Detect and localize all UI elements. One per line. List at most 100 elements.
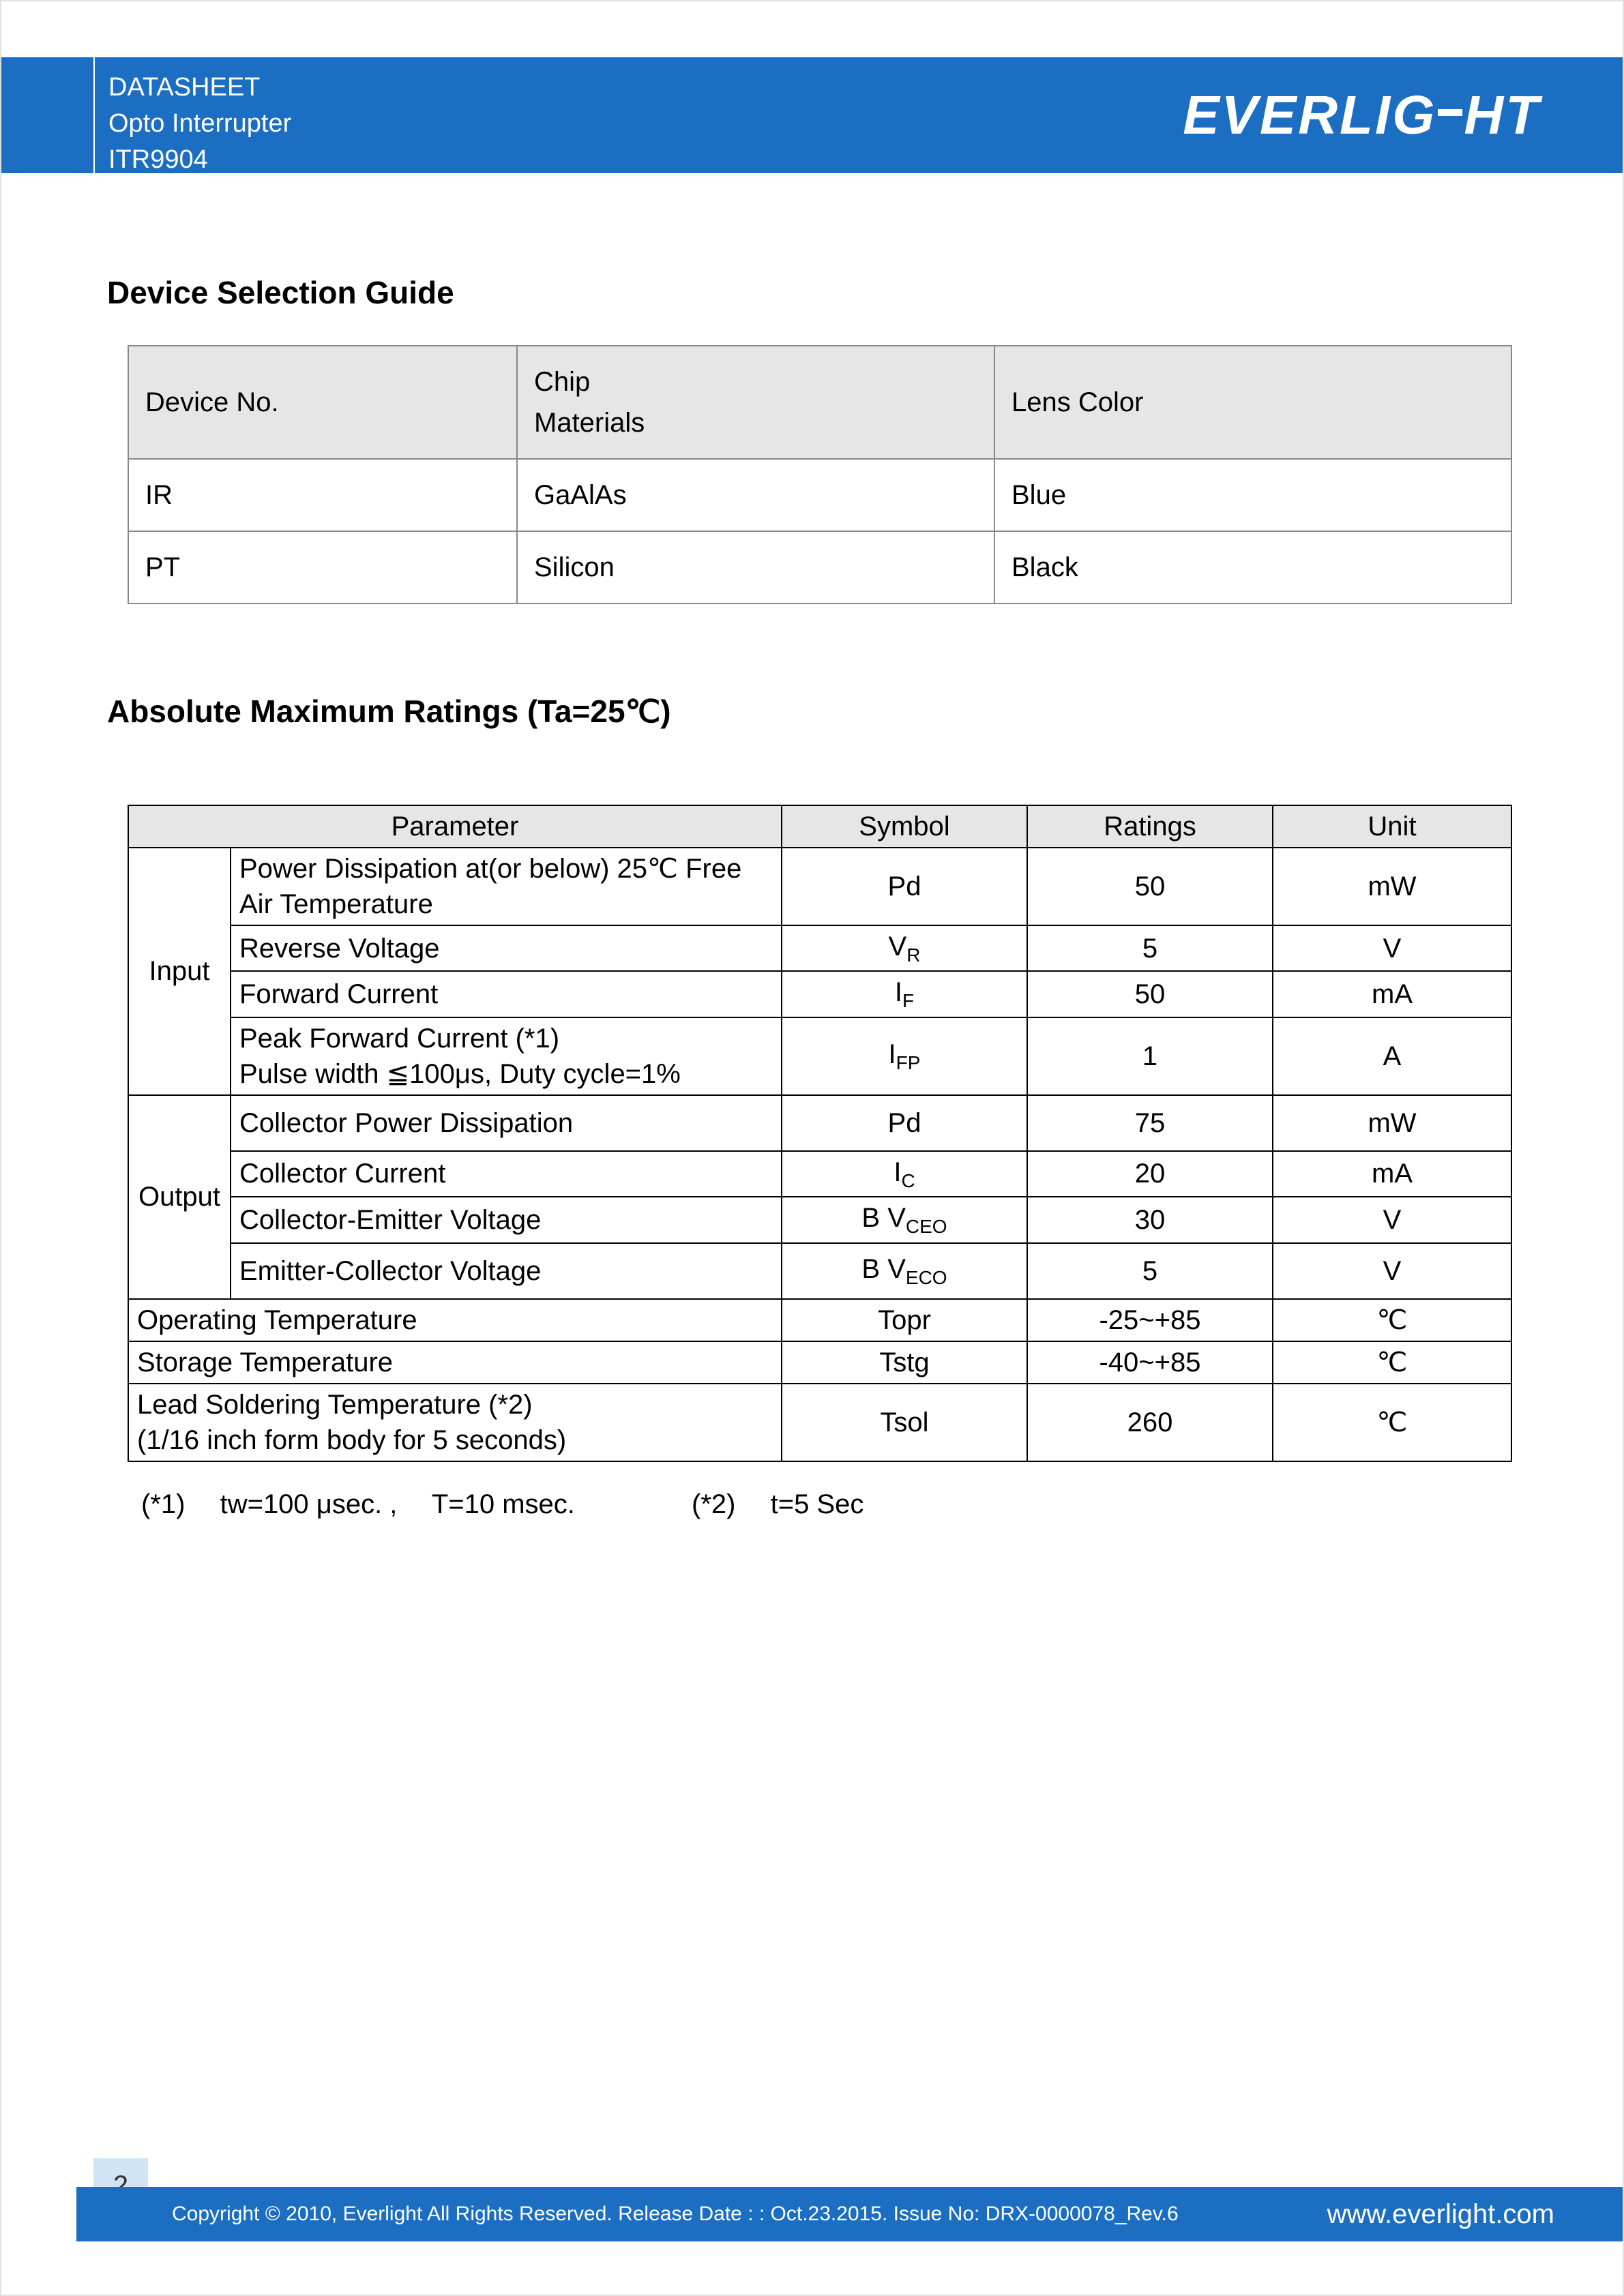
page-container: DATASHEET Opto Interrupter ITR9904 EVERL…: [0, 0, 1624, 2296]
main-content: Device Selection Guide Device No. Chip M…: [107, 274, 1517, 1520]
cell-rating: 50: [1027, 848, 1273, 925]
cell-device-no: IR: [128, 459, 517, 531]
table-row: Peak Forward Current (*1) Pulse width ≦1…: [128, 1017, 1511, 1095]
symbol-sub: F: [902, 990, 914, 1011]
cell-unit: ℃: [1273, 1299, 1511, 1341]
footer-url: www.everlight.com: [1327, 2199, 1554, 2230]
footnotes: (*1) tw=100 μsec. , T=10 msec. (*2) t=5 …: [141, 1489, 1517, 1520]
cell-symbol: B VECO: [782, 1243, 1027, 1299]
table-row: Lead Soldering Temperature (*2) (1/16 in…: [128, 1384, 1511, 1461]
section-title-absolute-max: Absolute Maximum Ratings (Ta=25℃): [107, 693, 1517, 730]
symbol-main: B V: [861, 1203, 905, 1233]
cell-symbol: Tsol: [782, 1384, 1027, 1461]
cell-param: Lead Soldering Temperature (*2) (1/16 in…: [128, 1384, 782, 1461]
cell-chip-materials: GaAlAs: [517, 459, 994, 531]
col-unit: Unit: [1273, 805, 1511, 848]
header-info-block: DATASHEET Opto Interrupter ITR9904: [93, 57, 353, 173]
col-chip-materials: Chip Materials: [517, 346, 994, 459]
cell-rating: -25~+85: [1027, 1299, 1273, 1341]
cell-param: Forward Current: [231, 971, 782, 1017]
table-row: IR GaAlAs Blue: [128, 459, 1511, 531]
header-line-product: Opto Interrupter: [108, 106, 339, 142]
cell-lens-color: Blue: [994, 459, 1511, 531]
cell-unit: ℃: [1273, 1341, 1511, 1384]
cell-symbol: VR: [782, 925, 1027, 971]
brand-dash-icon: [1438, 109, 1462, 116]
col-symbol: Symbol: [782, 805, 1027, 848]
table-header-row: Device No. Chip Materials Lens Color: [128, 346, 1511, 459]
group-output: Output: [128, 1095, 231, 1299]
cell-param: Collector Power Dissipation: [231, 1095, 782, 1151]
col-parameter: Parameter: [128, 805, 782, 848]
device-selection-table: Device No. Chip Materials Lens Color IR …: [128, 345, 1512, 604]
table-row: Operating Temperature Topr -25~+85 ℃: [128, 1299, 1511, 1341]
cell-unit: mA: [1273, 1151, 1511, 1197]
table-row: Collector-Emitter Voltage B VCEO 30 V: [128, 1197, 1511, 1242]
footer-bar: Copyright © 2010, Everlight All Rights R…: [76, 2187, 1623, 2241]
cell-param: Peak Forward Current (*1) Pulse width ≦1…: [231, 1017, 782, 1095]
symbol-main: I: [895, 977, 902, 1007]
header-line-datasheet: DATASHEET: [108, 70, 339, 106]
brand-text-part1: EVERLIG: [1183, 84, 1436, 147]
symbol-sub: R: [906, 944, 920, 966]
cell-symbol: Tstg: [782, 1341, 1027, 1384]
group-input: Input: [128, 848, 231, 1095]
cell-symbol: Pd: [782, 848, 1027, 925]
cell-param: Operating Temperature: [128, 1299, 782, 1341]
symbol-main: I: [889, 1039, 896, 1069]
symbol-main: B V: [861, 1254, 905, 1284]
note-2-t: t=5 Sec: [771, 1489, 864, 1519]
note-1-t: T=10 msec.: [432, 1489, 575, 1519]
cell-param: Collector Current: [231, 1151, 782, 1197]
table-row: PT Silicon Black: [128, 531, 1511, 603]
symbol-sub: C: [901, 1170, 915, 1191]
header-line-partno: ITR9904: [108, 142, 339, 178]
brand-logo: EVERLIG HT: [1183, 84, 1541, 147]
table-row: Forward Current IF 50 mA: [128, 971, 1511, 1017]
cell-symbol: Topr: [782, 1299, 1027, 1341]
symbol-sub: CEO: [906, 1216, 947, 1237]
col-lens-color: Lens Color: [994, 346, 1511, 459]
cell-rating: -40~+85: [1027, 1341, 1273, 1384]
cell-unit: V: [1273, 1197, 1511, 1242]
cell-rating: 1: [1027, 1017, 1273, 1095]
header-brand-area: EVERLIG HT: [449, 57, 1623, 173]
note-1-marker: (*1): [141, 1489, 185, 1519]
symbol-main: V: [889, 931, 907, 961]
cell-rating: 5: [1027, 1243, 1273, 1299]
cell-symbol: IF: [782, 971, 1027, 1017]
cell-unit: ℃: [1273, 1384, 1511, 1461]
cell-device-no: PT: [128, 531, 517, 603]
cell-unit: A: [1273, 1017, 1511, 1095]
note-1-tw: tw=100 μsec. ,: [220, 1489, 398, 1519]
brand-text-part2: HT: [1464, 84, 1541, 147]
cell-rating: 5: [1027, 925, 1273, 971]
cell-unit: mW: [1273, 1095, 1511, 1151]
cell-symbol: IC: [782, 1151, 1027, 1197]
cell-unit: V: [1273, 925, 1511, 971]
note-2-marker: (*2): [692, 1489, 735, 1519]
col-ratings: Ratings: [1027, 805, 1273, 848]
symbol-main: I: [894, 1157, 901, 1187]
cell-unit: mW: [1273, 848, 1511, 925]
cell-rating: 30: [1027, 1197, 1273, 1242]
col-device-no: Device No.: [128, 346, 517, 459]
cell-lens-color: Black: [994, 531, 1511, 603]
cell-param: Storage Temperature: [128, 1341, 782, 1384]
cell-unit: V: [1273, 1243, 1511, 1299]
cell-symbol: B VCEO: [782, 1197, 1027, 1242]
cell-param: Reverse Voltage: [231, 925, 782, 971]
cell-symbol: Pd: [782, 1095, 1027, 1151]
symbol-sub: FP: [896, 1052, 921, 1073]
cell-unit: mA: [1273, 971, 1511, 1017]
cell-symbol: IFP: [782, 1017, 1027, 1095]
table-row: Emitter-Collector Voltage B VECO 5 V: [128, 1243, 1511, 1299]
cell-rating: 50: [1027, 971, 1273, 1017]
absolute-max-ratings-table: Parameter Symbol Ratings Unit Input Powe…: [128, 805, 1512, 1462]
cell-rating: 75: [1027, 1095, 1273, 1151]
table-row: Collector Current IC 20 mA: [128, 1151, 1511, 1197]
table-row: Reverse Voltage VR 5 V: [128, 925, 1511, 971]
section-title-device-selection: Device Selection Guide: [107, 274, 1517, 311]
table-row: Input Power Dissipation at(or below) 25℃…: [128, 848, 1511, 925]
cell-param: Power Dissipation at(or below) 25℃ Free …: [231, 848, 782, 925]
